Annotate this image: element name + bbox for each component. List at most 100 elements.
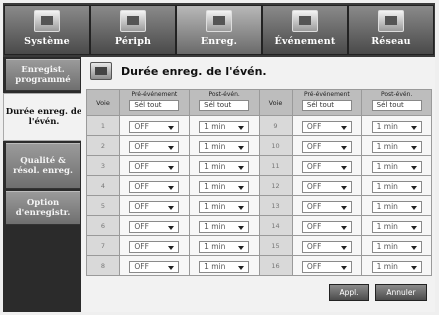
pre-event-dropdown[interactable]: OFF (129, 200, 180, 213)
sidebar-item-enregist-programme[interactable]: Enregist. programmé (6, 59, 80, 91)
post-event-dropdown[interactable]: 1 min (199, 220, 250, 233)
post-event-cell: 1 min (361, 215, 432, 236)
post-event-cell: 1 min (361, 115, 432, 136)
tab-systeme[interactable]: Système (4, 5, 90, 55)
dropdown-value: 1 min (376, 181, 398, 191)
tab-evenement[interactable]: Événement (262, 5, 348, 55)
network-icon (378, 10, 404, 32)
event-icon (292, 10, 318, 32)
pre-event-dropdown[interactable]: OFF (129, 260, 180, 273)
dropdown-value: OFF (134, 161, 149, 171)
post-event-cell: 1 min (188, 135, 260, 156)
dropdown-value: OFF (134, 221, 149, 231)
post-event-cell: 1 min (188, 235, 260, 256)
dropdown-arrow-icon (340, 165, 347, 170)
select-all-label: Sél tout (376, 101, 404, 109)
dropdown-value: OFF (134, 261, 149, 271)
pre-event-cell: OFF (291, 155, 363, 176)
dropdown-arrow-icon (238, 245, 245, 250)
pre-event-dropdown[interactable]: OFF (301, 180, 352, 193)
dropdown-arrow-icon (238, 185, 245, 190)
dropdown-arrow-icon (168, 245, 175, 250)
channel-number: 7 (86, 235, 120, 256)
dropdown-arrow-icon (340, 185, 347, 190)
select-all-pre-dropdown[interactable]: Sél tout (129, 100, 180, 111)
dropdown-value: OFF (306, 201, 322, 211)
dropdown-value: 1 min (376, 201, 398, 211)
post-event-dropdown[interactable]: 1 min (199, 180, 250, 193)
rec-icon (206, 10, 232, 32)
dropdown-arrow-icon (168, 205, 175, 210)
pre-event-dropdown[interactable]: OFF (301, 220, 352, 233)
pre-event-dropdown[interactable]: OFF (301, 160, 352, 173)
pre-event-cell: OFF (119, 115, 190, 136)
dropdown-value: 1 min (204, 201, 226, 211)
dropdown-value: OFF (134, 141, 149, 151)
sidebar: Enregist. programmé Durée enreg. de l'év… (3, 57, 84, 312)
post-event-dropdown[interactable]: 1 min (371, 240, 422, 253)
channel-number: 9 (258, 115, 293, 136)
post-event-dropdown[interactable]: 1 min (371, 260, 422, 273)
column-header-post: Post-évén. Sél tout (188, 89, 260, 116)
table-row: 3 OFF 1 min 11 OFF 1 min (86, 155, 432, 176)
dropdown-value: OFF (134, 241, 149, 251)
tab-periph[interactable]: Périph (90, 5, 176, 55)
pre-event-dropdown[interactable]: OFF (129, 120, 180, 133)
select-all-label: Sél tout (306, 101, 335, 109)
post-event-dropdown[interactable]: 1 min (371, 200, 422, 213)
pre-event-cell: OFF (291, 195, 363, 216)
tab-label: Réseau (371, 36, 411, 47)
post-event-dropdown[interactable]: 1 min (199, 240, 250, 253)
cancel-button[interactable]: Annuler (375, 284, 427, 301)
dropdown-arrow-icon (168, 125, 175, 130)
post-event-dropdown[interactable]: 1 min (371, 160, 422, 173)
sidebar-item-qualite-resol[interactable]: Qualité & résol. enreg. (6, 143, 80, 189)
apply-button[interactable]: Appl. (329, 284, 369, 301)
dropdown-arrow-icon (340, 225, 347, 230)
pre-event-dropdown[interactable]: OFF (129, 140, 180, 153)
post-event-dropdown[interactable]: 1 min (199, 160, 250, 173)
pre-event-dropdown[interactable]: OFF (301, 240, 352, 253)
post-event-dropdown[interactable]: 1 min (371, 220, 422, 233)
dropdown-value: 1 min (376, 241, 398, 251)
channel-number: 5 (86, 195, 120, 216)
pre-event-dropdown[interactable]: OFF (129, 220, 180, 233)
post-event-dropdown[interactable]: 1 min (371, 140, 422, 153)
post-event-dropdown[interactable]: 1 min (199, 140, 250, 153)
post-event-cell: 1 min (188, 195, 260, 216)
select-all-post-dropdown[interactable]: Sél tout (199, 100, 250, 111)
post-event-dropdown[interactable]: 1 min (371, 180, 422, 193)
dropdown-value: OFF (306, 161, 322, 171)
post-event-cell: 1 min (188, 255, 260, 276)
pre-event-dropdown[interactable]: OFF (129, 160, 180, 173)
post-event-cell: 1 min (188, 115, 260, 136)
dropdown-value: 1 min (376, 161, 398, 171)
tab-reseau[interactable]: Réseau (348, 5, 434, 55)
recording-duration-icon (90, 62, 112, 80)
post-event-dropdown[interactable]: 1 min (199, 200, 250, 213)
pre-event-cell: OFF (291, 235, 363, 256)
dropdown-arrow-icon (238, 145, 245, 150)
table-row: 8 OFF 1 min 16 OFF 1 min (86, 255, 432, 276)
pre-event-cell: OFF (119, 195, 190, 216)
select-all-post-dropdown[interactable]: Sél tout (371, 100, 422, 111)
pre-event-dropdown[interactable]: OFF (129, 240, 180, 253)
post-event-dropdown[interactable]: 1 min (371, 120, 422, 133)
pre-event-dropdown[interactable]: OFF (129, 180, 180, 193)
tab-enreg[interactable]: Enreg. (176, 5, 262, 55)
post-event-dropdown[interactable]: 1 min (199, 120, 250, 133)
pre-event-dropdown[interactable]: OFF (301, 260, 352, 273)
dropdown-value: OFF (134, 121, 149, 131)
column-header-pre: Pré-événement Sél tout (291, 89, 363, 116)
pre-event-dropdown[interactable]: OFF (301, 120, 352, 133)
dropdown-arrow-icon (238, 125, 245, 130)
sidebar-item-duree-enreg[interactable]: Durée enreg. de l'évén. (3, 93, 84, 141)
tab-label: Enreg. (200, 36, 238, 47)
select-all-pre-dropdown[interactable]: Sél tout (301, 100, 352, 111)
post-event-dropdown[interactable]: 1 min (199, 260, 250, 273)
sidebar-item-option-enregistr[interactable]: Option d'enregistr. (6, 191, 80, 225)
pre-event-dropdown[interactable]: OFF (301, 200, 352, 213)
dropdown-arrow-icon (410, 225, 417, 230)
table-row: 7 OFF 1 min 15 OFF 1 min (86, 235, 432, 256)
pre-event-dropdown[interactable]: OFF (301, 140, 352, 153)
